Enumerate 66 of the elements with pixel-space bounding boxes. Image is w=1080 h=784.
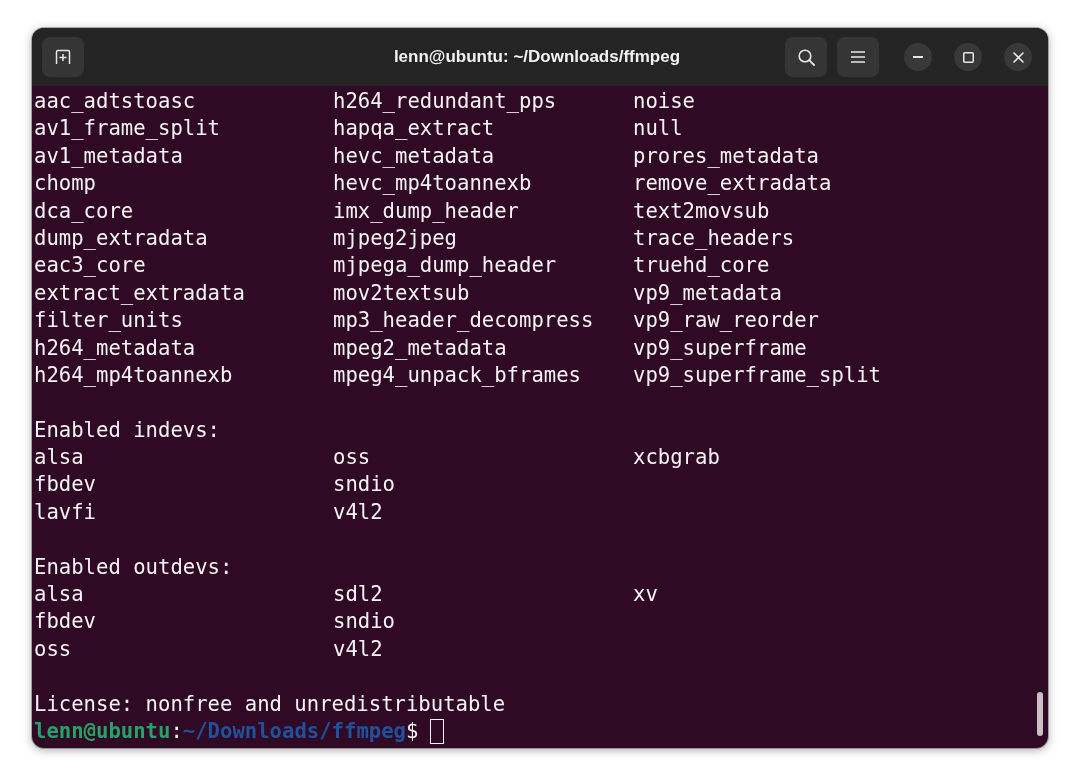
close-button[interactable] bbox=[1004, 43, 1032, 71]
output-entry: trace_headers bbox=[633, 224, 795, 252]
output-entry: h264_mp4toannexb bbox=[34, 361, 233, 389]
minimize-button[interactable] bbox=[904, 43, 932, 71]
output-entry: vp9_superframe_split bbox=[633, 361, 881, 389]
section-heading: Enabled indevs: bbox=[34, 416, 220, 444]
search-icon bbox=[797, 48, 815, 66]
output-entry: mpeg2_metadata bbox=[333, 334, 507, 362]
output-entry: sndio bbox=[333, 471, 395, 499]
output-entry: hapqa_extract bbox=[333, 115, 495, 143]
output-entry: null bbox=[633, 115, 683, 143]
output-entry: hevc_mp4toannexb bbox=[333, 170, 532, 198]
output-entry: sdl2 bbox=[333, 581, 383, 609]
cursor-icon bbox=[430, 719, 445, 745]
output-entry: extract_extradata bbox=[34, 279, 245, 307]
output-entry: v4l2 bbox=[333, 498, 383, 526]
search-button[interactable] bbox=[785, 37, 827, 77]
output-entry: dump_extradata bbox=[34, 224, 208, 252]
output-entry: remove_extradata bbox=[633, 170, 832, 198]
shell-prompt: lenn@ubuntu:~/Downloads/ffmpeg$ bbox=[34, 718, 419, 745]
output-entry: text2movsub bbox=[633, 197, 770, 225]
menu-icon bbox=[851, 51, 865, 63]
output-entry: filter_units bbox=[34, 307, 183, 335]
section-heading: Enabled outdevs: bbox=[34, 553, 233, 581]
output-entry: h264_metadata bbox=[34, 334, 196, 362]
output-entry: hevc_metadata bbox=[333, 142, 495, 170]
output-entry: noise bbox=[633, 88, 695, 115]
output-line: License: nonfree and unredistributable bbox=[34, 690, 506, 718]
output-entry: mjpega_dump_header bbox=[333, 252, 557, 280]
menu-button[interactable] bbox=[837, 37, 879, 77]
output-entry: fbdev bbox=[34, 608, 96, 636]
output-entry: chomp bbox=[34, 170, 96, 198]
maximize-button[interactable] bbox=[954, 43, 982, 71]
scrollbar-thumb[interactable] bbox=[1037, 692, 1043, 736]
output-entry: vp9_metadata bbox=[633, 279, 782, 307]
output-entry: mp3_header_decompress bbox=[333, 307, 594, 335]
output-entry: alsa bbox=[34, 444, 84, 472]
output-entry: aac_adtstoasc bbox=[34, 88, 196, 115]
output-entry: v4l2 bbox=[333, 635, 383, 663]
output-entry: xcbgrab bbox=[633, 444, 720, 472]
output-entry: av1_metadata bbox=[34, 142, 183, 170]
close-icon bbox=[1012, 51, 1024, 63]
output-entry: eac3_core bbox=[34, 252, 146, 280]
output-entry: truehd_core bbox=[633, 252, 770, 280]
output-entry: mpeg4_unpack_bframes bbox=[333, 361, 581, 389]
output-entry: mov2textsub bbox=[333, 279, 470, 307]
output-entry: oss bbox=[34, 635, 72, 663]
output-entry: sndio bbox=[333, 608, 395, 636]
plus-box-icon bbox=[55, 49, 71, 65]
output-entry: av1_frame_split bbox=[34, 115, 220, 143]
output-entry: mjpeg2jpeg bbox=[333, 224, 457, 252]
new-tab-button[interactable] bbox=[42, 37, 84, 77]
output-entry: h264_redundant_pps bbox=[333, 88, 557, 115]
output-entry: vp9_superframe bbox=[633, 334, 807, 362]
output-entry: prores_metadata bbox=[633, 142, 819, 170]
output-entry: dca_core bbox=[34, 197, 134, 225]
minimize-icon bbox=[913, 56, 923, 58]
output-entry: alsa bbox=[34, 581, 84, 609]
output-entry: lavfi bbox=[34, 498, 96, 526]
output-entry: oss bbox=[333, 444, 371, 472]
output-entry: fbdev bbox=[34, 471, 96, 499]
window-title: lenn@ubuntu: ~/Downloads/ffmpeg bbox=[393, 47, 681, 67]
output-entry: vp9_raw_reorder bbox=[633, 307, 819, 335]
output-entry: xv bbox=[633, 581, 658, 609]
output-entry: imx_dump_header bbox=[333, 197, 519, 225]
maximize-icon bbox=[962, 51, 974, 63]
